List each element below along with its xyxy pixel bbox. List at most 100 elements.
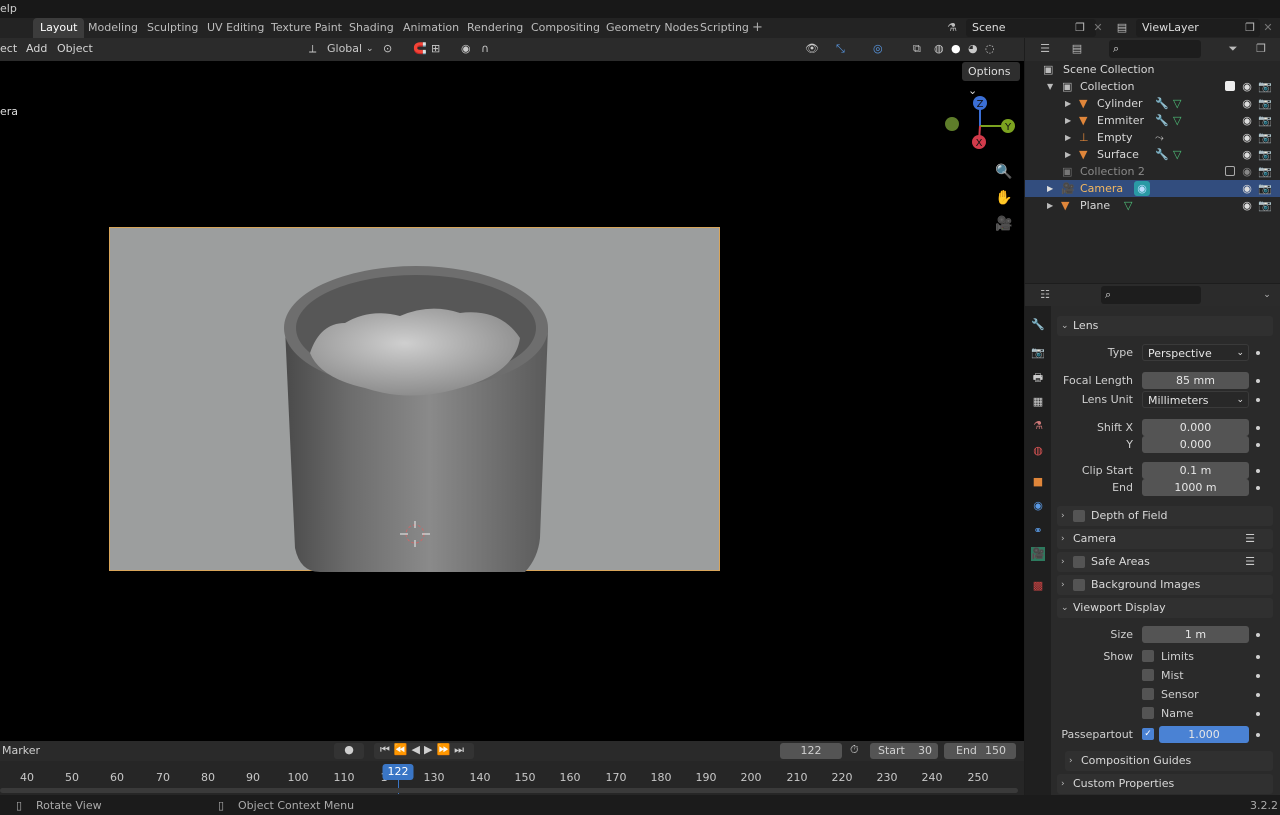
keyframe-dot[interactable]: [1256, 443, 1260, 447]
falloff-icon[interactable]: ∩: [481, 40, 489, 58]
eye-icon[interactable]: ◉: [1241, 163, 1253, 180]
lens-unit-dropdown[interactable]: Millimeters ⌄: [1142, 391, 1249, 408]
tab-geometry-nodes[interactable]: Geometry Nodes: [599, 18, 706, 38]
chevron-down-icon[interactable]: ⌄: [1259, 287, 1275, 303]
tab-compositing[interactable]: Compositing: [524, 18, 607, 38]
sensor-checkbox[interactable]: [1142, 688, 1154, 700]
playback-controls[interactable]: ⏮⏪◀▶⏩⏭: [374, 743, 474, 759]
options-dropdown[interactable]: Options ⌄: [962, 62, 1020, 97]
eye-icon[interactable]: ◉: [1241, 129, 1253, 146]
clip-end-field[interactable]: 1000 m: [1142, 479, 1249, 496]
mesh-data-icon[interactable]: ▽: [1173, 95, 1181, 112]
new-collection-icon[interactable]: ❐: [1253, 41, 1269, 57]
eye-icon[interactable]: ◉: [1241, 197, 1253, 214]
passepartout-alpha-slider[interactable]: 1.000: [1159, 726, 1249, 743]
wireframe-shading-icon[interactable]: ◍: [934, 40, 944, 58]
tab-animation[interactable]: Animation: [396, 18, 466, 38]
camera-render-icon[interactable]: 📷: [1258, 129, 1272, 146]
eye-icon[interactable]: ◉: [1241, 146, 1253, 163]
focal-length-field[interactable]: 85 mm: [1142, 372, 1249, 389]
safe-areas-panel[interactable]: › Safe Areas ☰: [1057, 552, 1273, 572]
pan-hand-icon[interactable]: ✋: [994, 188, 1014, 208]
keyframe-dot[interactable]: [1256, 426, 1260, 430]
xray-icon[interactable]: ⧉: [913, 40, 921, 58]
end-frame-field[interactable]: End 150: [944, 743, 1016, 759]
camera-render-icon[interactable]: 📷: [1258, 112, 1272, 129]
camera-data-icon[interactable]: ◉: [1134, 181, 1150, 196]
tab-rendering[interactable]: Rendering: [460, 18, 530, 38]
camera-render-icon[interactable]: 📷: [1258, 180, 1272, 197]
eye-icon[interactable]: ◉: [1241, 112, 1253, 129]
playhead-frame-badge[interactable]: 122: [382, 764, 414, 780]
limits-checkbox[interactable]: [1142, 650, 1154, 662]
mesh-data-icon[interactable]: ▽: [1173, 146, 1181, 163]
keyframe-dot[interactable]: [1256, 398, 1260, 402]
orientation-dropdown[interactable]: Global: [327, 40, 362, 58]
display-size-field[interactable]: 1 m: [1142, 626, 1249, 643]
outliner-row-scene-collection[interactable]: ▣ Scene Collection: [1025, 61, 1280, 78]
lens-type-dropdown[interactable]: Perspective ⌄: [1142, 344, 1249, 361]
list-icon[interactable]: ☰: [1245, 529, 1255, 549]
dof-checkbox[interactable]: [1073, 510, 1085, 522]
solid-shading-icon[interactable]: ●: [951, 40, 961, 58]
chevron-right-icon[interactable]: ▶: [1065, 129, 1071, 146]
mesh-data-icon[interactable]: ▽: [1124, 197, 1132, 214]
keyframe-dot[interactable]: [1256, 379, 1260, 383]
keyframe-dot[interactable]: [1256, 469, 1260, 473]
camera-panel[interactable]: › Camera ☰: [1057, 529, 1273, 549]
eye-icon[interactable]: ◉: [1241, 180, 1253, 197]
keyframe-dot[interactable]: [1256, 486, 1260, 490]
composition-guides-panel[interactable]: › Composition Guides: [1065, 751, 1273, 771]
camera-render-icon[interactable]: 📷: [1258, 146, 1272, 163]
snap-target-icon[interactable]: ⊞: [431, 40, 440, 58]
object-menu[interactable]: Object: [57, 38, 93, 59]
wrench-icon[interactable]: 🔧: [1155, 112, 1169, 129]
start-frame-field[interactable]: Start 30: [870, 743, 938, 759]
chevron-right-icon[interactable]: ▶: [1065, 146, 1071, 163]
outliner-row-surface[interactable]: ▶ ▼ Surface 🔧 ▽ ◉ 📷: [1025, 146, 1280, 163]
tab-scripting[interactable]: Scripting: [693, 18, 756, 38]
visibility-icon[interactable]: 👁: [805, 40, 819, 58]
new-scene-icon[interactable]: ❐: [1072, 20, 1088, 36]
lens-panel-header[interactable]: ⌄ Lens: [1057, 316, 1273, 336]
custom-properties-panel[interactable]: › Custom Properties: [1057, 774, 1273, 794]
viewport-display-panel[interactable]: ⌄ Viewport Display: [1057, 598, 1273, 618]
keyframe-dot[interactable]: [1256, 712, 1260, 716]
pivot-icon[interactable]: ⊙: [383, 40, 392, 58]
timeline-scrollbar[interactable]: [0, 788, 1018, 793]
wrench-icon[interactable]: 🔧: [1155, 95, 1169, 112]
constraints-tab-icon[interactable]: ⚭: [1031, 524, 1045, 538]
record-button[interactable]: ●: [334, 743, 364, 759]
display-mode-icon[interactable]: ▤: [1069, 41, 1085, 57]
camera-render-icon[interactable]: 📷: [1258, 95, 1272, 112]
passepartout-checkbox[interactable]: ✓: [1142, 728, 1154, 740]
tab-uv-editing[interactable]: UV Editing: [200, 18, 271, 38]
eye-icon[interactable]: ◉: [1241, 78, 1253, 95]
keyframe-dot[interactable]: [1256, 693, 1260, 697]
view-layer-tab-icon[interactable]: ▦: [1031, 395, 1045, 409]
safe-areas-checkbox[interactable]: [1073, 556, 1085, 568]
outliner-search-input[interactable]: ⌕: [1109, 40, 1201, 58]
chevron-right-icon[interactable]: ▶: [1065, 95, 1071, 112]
mist-checkbox[interactable]: [1142, 669, 1154, 681]
editor-type-icon[interactable]: ☰: [1037, 41, 1053, 57]
list-icon[interactable]: ☰: [1245, 552, 1255, 572]
tab-sculpting[interactable]: Sculpting: [140, 18, 205, 38]
properties-search-input[interactable]: ⌕: [1101, 286, 1201, 304]
outliner-row-camera[interactable]: ▶ 🎥 Camera ◉ ◉ 📷: [1025, 180, 1280, 197]
exclude-checkbox[interactable]: [1225, 166, 1235, 176]
tab-shading[interactable]: Shading: [342, 18, 401, 38]
texture-tab-icon[interactable]: ▩: [1031, 579, 1045, 593]
select-menu[interactable]: ect: [0, 38, 17, 59]
clip-start-field[interactable]: 0.1 m: [1142, 462, 1249, 479]
help-menu[interactable]: elp: [0, 2, 17, 15]
physics-tab-icon[interactable]: ◉: [1031, 499, 1045, 513]
material-shading-icon[interactable]: ◕: [968, 40, 978, 58]
chevron-right-icon[interactable]: ▶: [1047, 197, 1053, 214]
render-tab-icon[interactable]: 📷: [1031, 346, 1045, 360]
tab-modeling[interactable]: Modeling: [81, 18, 145, 38]
scene-icon[interactable]: ⚗: [944, 20, 960, 36]
outliner-row-collection-2[interactable]: ▣ Collection 2 ◉ 📷: [1025, 163, 1280, 180]
filter-icon[interactable]: ⏷: [1225, 41, 1241, 57]
new-view-layer-icon[interactable]: ❐: [1242, 20, 1258, 36]
